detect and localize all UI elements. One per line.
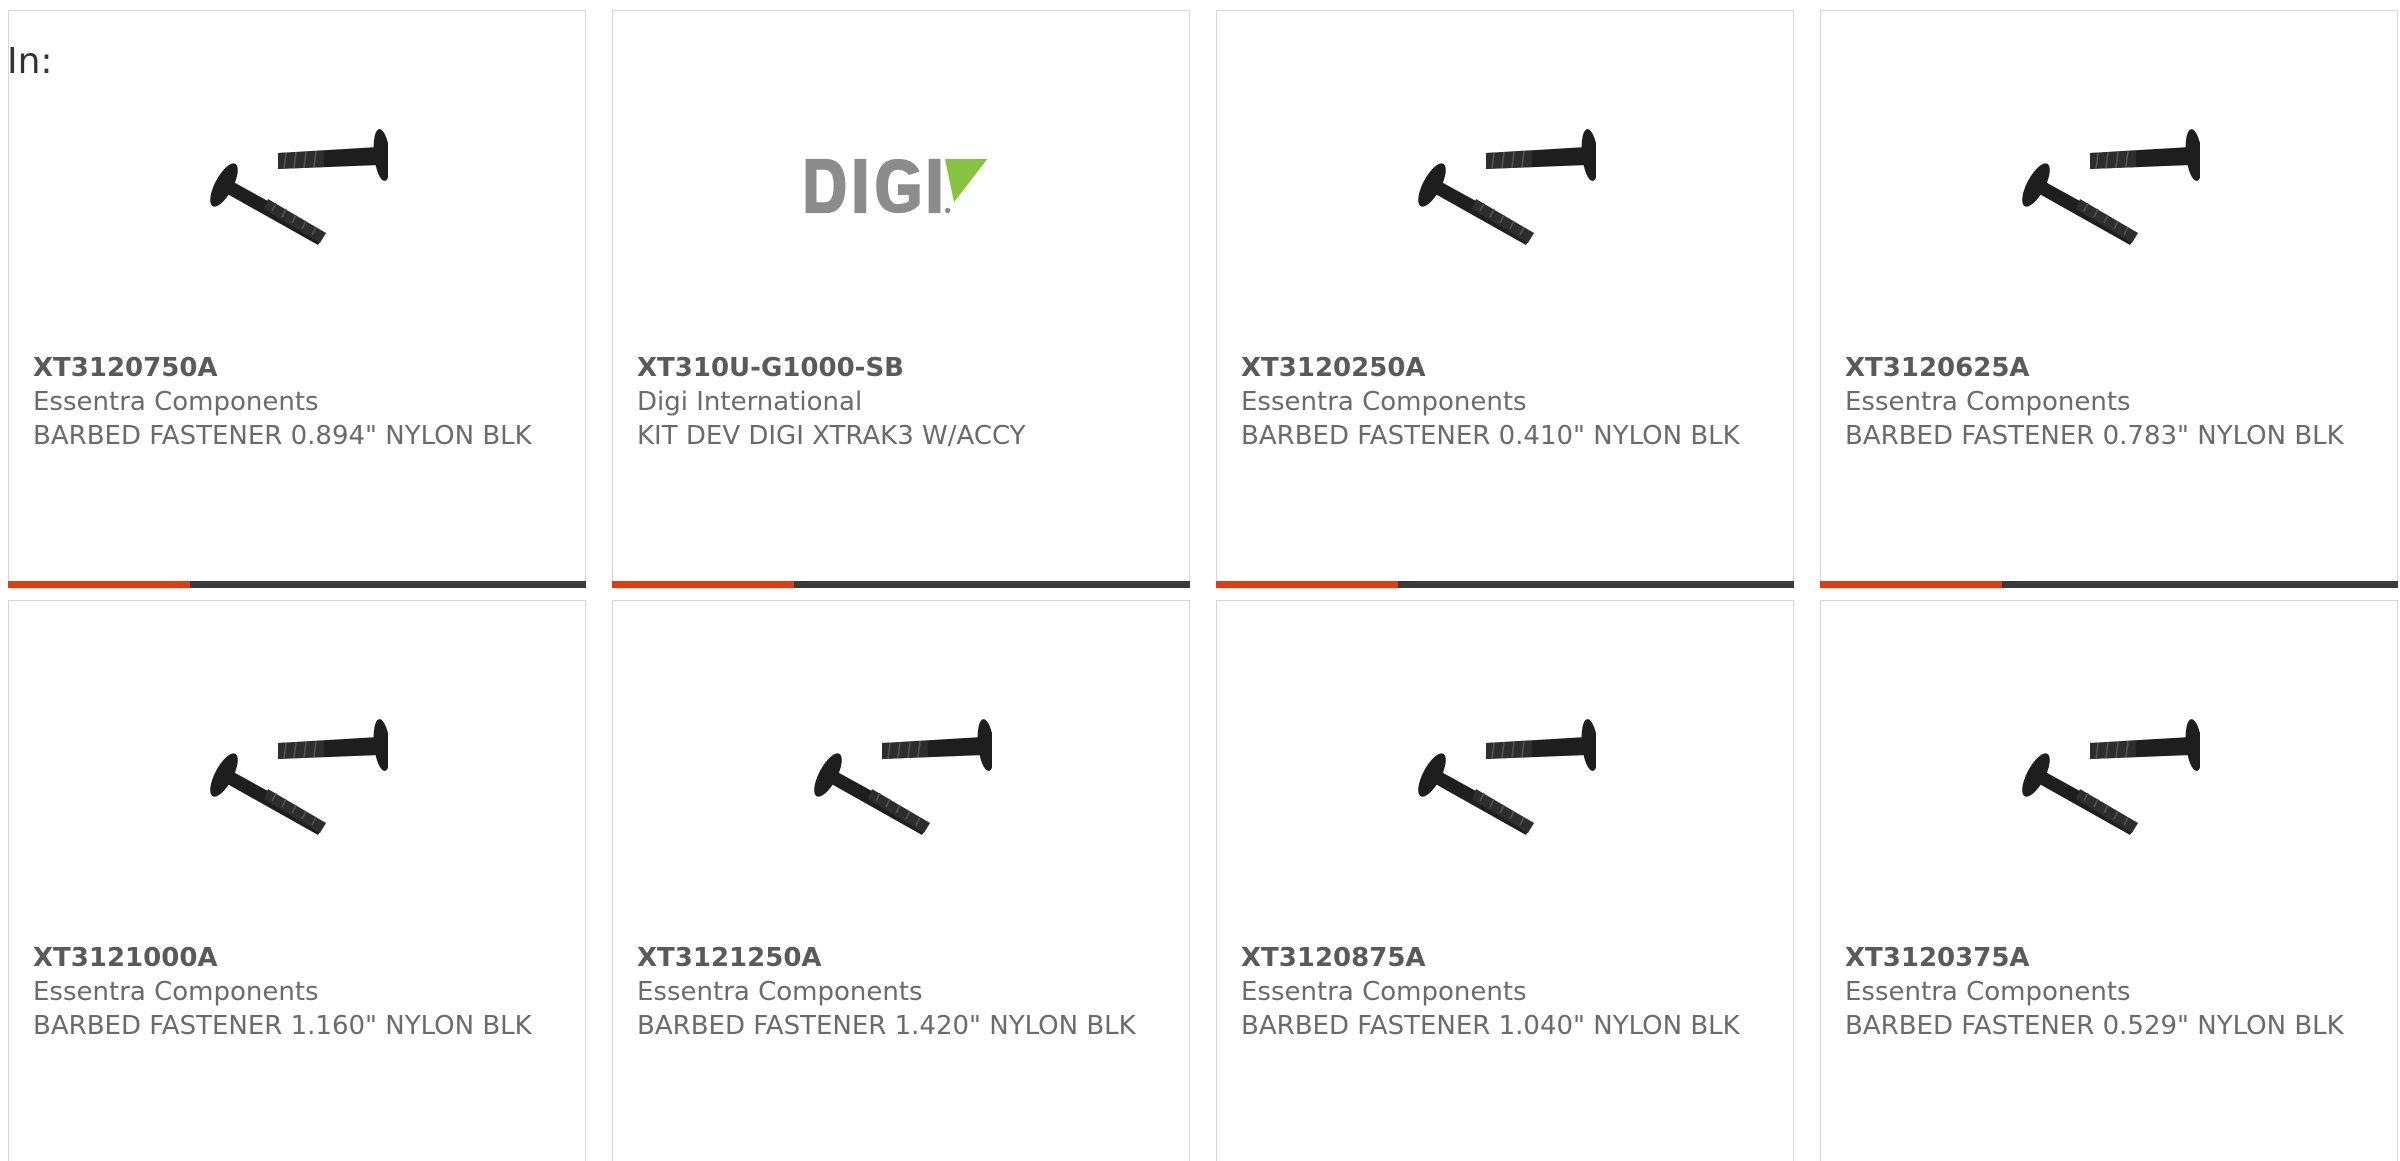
in-label: In:	[7, 41, 53, 82]
card-accent-bar	[8, 581, 190, 588]
product-card[interactable]: XT3120750A Essentra Components BARBED FA…	[8, 10, 586, 588]
description: KIT DEV DIGI XTRAK3 W/ACCY	[637, 421, 1026, 451]
results-page: In: XT3120750A Essentra Components BARBE…	[0, 0, 2400, 1161]
card-bottom-bar	[1820, 581, 2398, 588]
description: BARBED FASTENER 1.420" NYLON BLK	[637, 1011, 1136, 1041]
product-image[interactable]	[802, 91, 992, 281]
card-bottom-bar	[8, 581, 586, 588]
product-image[interactable]	[2010, 91, 2200, 281]
barbed-fastener-image	[1418, 129, 1596, 245]
manufacturer: Essentra Components	[33, 387, 319, 417]
product-image[interactable]	[802, 681, 992, 871]
description: BARBED FASTENER 1.040" NYLON BLK	[1241, 1011, 1740, 1041]
description: BARBED FASTENER 0.410" NYLON BLK	[1241, 421, 1740, 451]
product-image[interactable]	[198, 681, 388, 871]
part-number[interactable]: XT3120750A	[33, 351, 565, 385]
product-grid: XT3120750A Essentra Components BARBED FA…	[8, 10, 2400, 1161]
card-accent-bar	[1216, 581, 1398, 588]
card-accent-bar	[1820, 581, 2002, 588]
manufacturer: Essentra Components	[33, 977, 319, 1007]
manufacturer: Essentra Components	[1845, 977, 2131, 1007]
part-number[interactable]: XT3120875A	[1241, 941, 1773, 975]
part-number[interactable]: XT310U-G1000-SB	[637, 351, 1169, 385]
description: BARBED FASTENER 0.783" NYLON BLK	[1845, 421, 2344, 451]
product-card[interactable]: XT3120375A Essentra Components BARBED FA…	[1820, 600, 2398, 1161]
product-card[interactable]: XT3121000A Essentra Components BARBED FA…	[8, 600, 586, 1161]
product-card[interactable]: XT3120875A Essentra Components BARBED FA…	[1216, 600, 1794, 1161]
card-bottom-bar	[612, 581, 1190, 588]
manufacturer: Essentra Components	[1845, 387, 2131, 417]
card-bottom-bar	[1216, 581, 1794, 588]
description: BARBED FASTENER 0.529" NYLON BLK	[1845, 1011, 2344, 1041]
barbed-fastener-image	[210, 719, 388, 835]
description: BARBED FASTENER 1.160" NYLON BLK	[33, 1011, 532, 1041]
manufacturer: Essentra Components	[1241, 387, 1527, 417]
digi-logo	[805, 158, 988, 214]
part-number[interactable]: XT3120375A	[1845, 941, 2377, 975]
product-image[interactable]	[1406, 681, 1596, 871]
product-card[interactable]: XT3120625A Essentra Components BARBED FA…	[1820, 10, 2398, 588]
part-number[interactable]: XT3121250A	[637, 941, 1169, 975]
manufacturer: Digi International	[637, 387, 863, 417]
manufacturer: Essentra Components	[1241, 977, 1527, 1007]
product-image[interactable]	[2010, 681, 2200, 871]
barbed-fastener-image	[1418, 719, 1596, 835]
product-card[interactable]: XT3120250A Essentra Components BARBED FA…	[1216, 10, 1794, 588]
manufacturer: Essentra Components	[637, 977, 923, 1007]
product-image[interactable]	[198, 91, 388, 281]
product-card[interactable]: XT3121250A Essentra Components BARBED FA…	[612, 600, 1190, 1161]
product-image[interactable]	[1406, 91, 1596, 281]
product-card[interactable]: XT310U-G1000-SB Digi International KIT D…	[612, 10, 1190, 588]
barbed-fastener-image	[814, 719, 992, 835]
barbed-fastener-image	[2022, 129, 2200, 245]
description: BARBED FASTENER 0.894" NYLON BLK	[33, 421, 532, 451]
part-number[interactable]: XT3120625A	[1845, 351, 2377, 385]
part-number[interactable]: XT3120250A	[1241, 351, 1773, 385]
barbed-fastener-image	[210, 129, 388, 245]
barbed-fastener-image	[2022, 719, 2200, 835]
part-number[interactable]: XT3121000A	[33, 941, 565, 975]
card-accent-bar	[612, 581, 794, 588]
